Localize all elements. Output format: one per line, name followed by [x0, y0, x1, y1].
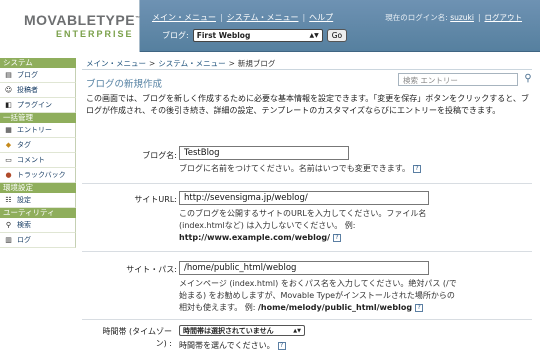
intro-text: この画面では、ブログを新しく作成するために必要な基本情報を設定できます。「変更を…: [86, 94, 529, 115]
site-path-help: メインページ (index.html) をおくパス名を入力してください。絶対パス…: [179, 278, 459, 314]
field-blog-name: ブログ名: TestBlog ブログに名前をつけてください。名前はいつでも変更で…: [82, 140, 532, 184]
blog-switch-label: ブログ:: [162, 31, 189, 40]
search-icon[interactable]: ⚲: [522, 73, 534, 85]
sidebar-item-blogs[interactable]: ▤ ブログ: [0, 68, 76, 83]
sidebar-item-entries[interactable]: ▦ エントリー: [0, 123, 76, 138]
search-icon: ⚲: [5, 220, 12, 229]
app-header: MOVABLETYPE™ ENTERPRISE メイン・メニュー | システム・メニ…: [0, 0, 540, 52]
log-icon: ▥: [5, 235, 12, 244]
nav-main-menu[interactable]: メイン・メニュー: [152, 13, 216, 22]
field-site-path: サイト・パス: /home/public_html/weblog メインページ …: [82, 252, 532, 320]
site-url-example: http://www.example.com/weblog/: [179, 233, 330, 242]
help-icon[interactable]: ?: [415, 303, 424, 312]
sidebar-item-label: プラグイン: [17, 100, 52, 109]
blog-name-help-text: ブログに名前をつけてください。名前はいつでも変更できます。: [179, 164, 410, 173]
blog-name-input[interactable]: TestBlog: [179, 146, 349, 160]
sidebar-item-label: ブログ: [17, 70, 38, 79]
nav-system-menu[interactable]: システム・メニュー: [227, 13, 299, 22]
site-path-label: サイト・パス:: [126, 265, 177, 274]
logo-sub-text: ENTERPRISE: [56, 29, 134, 39]
timezone-label: 時間帯 (タイムゾー ン) :: [102, 326, 172, 350]
user-area: 現在のログイン名: suzuki | ログアウト: [385, 12, 522, 23]
blog-name-help: ブログに名前をつけてください。名前はいつでも変更できます。?: [179, 163, 519, 175]
sidebar-item-tags[interactable]: ◆ タグ: [0, 138, 76, 153]
sidebar-item-label: コメント: [17, 155, 45, 164]
timezone-help-text: 時間帯を選んでください。: [179, 341, 275, 350]
sidebar-item-plugins[interactable]: ◧ プラグイン: [0, 98, 76, 113]
breadcrumb-system-menu[interactable]: システム・メニュー: [158, 59, 225, 68]
timezone-select-value: 時間帯は選択されていません: [183, 326, 274, 335]
select-arrow-icon: ▲▼: [309, 32, 319, 39]
timezone-select[interactable]: 時間帯は選択されていません ▲▼: [179, 325, 305, 336]
username-link[interactable]: suzuki: [450, 13, 474, 22]
sidebar-item-authors[interactable]: ☺ 投稿者: [0, 83, 76, 98]
user-separator: |: [477, 13, 481, 22]
logo[interactable]: MOVABLETYPE™ ENTERPRISE: [0, 0, 140, 52]
sidebar-section-utilities: ユーティリティ: [0, 208, 76, 218]
site-url-input[interactable]: http://sevensigma.jp/weblog/: [179, 191, 429, 205]
sidebar-item-label: ログ: [17, 235, 31, 244]
field-timezone: 時間帯 (タイムゾー ン) : 時間帯は選択されていません ▲▼ 時間帯を選んで…: [82, 316, 532, 362]
site-url-label: サイトURL:: [134, 195, 177, 204]
site-url-help-text: このブログを公開するサイトのURLを入力してください。ファイル名(index.h…: [179, 209, 427, 230]
nav-separator: |: [302, 13, 306, 22]
site-path-input[interactable]: /home/public_html/weblog: [179, 261, 429, 275]
nav-separator: |: [220, 13, 223, 22]
sidebar-item-label: エントリー: [17, 125, 52, 134]
sidebar-item-comments[interactable]: ▭ コメント: [0, 153, 76, 168]
plugin-icon: ◧: [5, 100, 12, 109]
breadcrumb-current: 新規ブログ: [237, 59, 276, 68]
site-path-example: /home/melody/public_html/weblog: [257, 303, 413, 312]
breadcrumb-separator: >: [149, 59, 156, 68]
comment-icon: ▭: [5, 155, 12, 164]
timezone-label-line2: ン) :: [155, 339, 172, 348]
site-url-help: このブログを公開するサイトのURLを入力してください。ファイル名(index.h…: [179, 208, 459, 244]
select-arrow-icon: ▲▼: [293, 327, 301, 334]
sidebar-item-label: 検索: [17, 220, 31, 229]
settings-icon: ☷: [5, 195, 12, 204]
tag-icon: ◆: [5, 140, 12, 149]
search-input[interactable]: 検索 エントリー: [398, 73, 518, 86]
sidebar-item-label: トラックバック: [17, 170, 66, 179]
logo-trademark: ™: [135, 15, 141, 22]
blog-switcher: ブログ: First Weblog ▲▼ Go: [162, 29, 348, 42]
sidebar-section-bulk: 一括管理: [0, 113, 76, 123]
sidebar-item-search[interactable]: ⚲ 検索: [0, 218, 76, 233]
logout-link[interactable]: ログアウト: [485, 13, 523, 22]
sidebar-section-preferences: 環境設定: [0, 183, 76, 193]
timezone-label-line1: 時間帯 (タイムゾー: [102, 327, 172, 336]
entry-icon: ▦: [5, 125, 12, 134]
blog-icon: ▤: [5, 70, 12, 79]
breadcrumb-separator: >: [228, 59, 235, 68]
breadcrumb: メイン・メニュー > システム・メニュー > 新規ブログ: [82, 58, 532, 70]
go-button[interactable]: Go: [326, 29, 348, 42]
top-nav: メイン・メニュー | システム・メニュー | ヘルプ: [152, 12, 333, 23]
help-icon[interactable]: ?: [333, 233, 341, 242]
help-icon[interactable]: ?: [412, 164, 421, 173]
timezone-help: 時間帯を選んでください。?: [179, 340, 286, 351]
sidebar-item-log[interactable]: ▥ ログ: [0, 233, 76, 248]
sidebar-section-system: システム: [0, 58, 76, 68]
sidebar-item-trackbacks[interactable]: ● トラックバック: [0, 168, 76, 183]
sidebar: システム ▤ ブログ ☺ 投稿者 ◧ プラグイン 一括管理 ▦ エントリー ◆ …: [0, 58, 76, 248]
blog-select[interactable]: First Weblog ▲▼: [192, 29, 323, 42]
sidebar-item-label: 投稿者: [17, 85, 38, 94]
trackback-icon: ●: [5, 170, 12, 179]
sidebar-item-label: 設定: [17, 195, 31, 204]
field-site-url: サイトURL: http://sevensigma.jp/weblog/ このブ…: [82, 184, 532, 252]
nav-help[interactable]: ヘルプ: [309, 13, 333, 22]
page-title: ブログの新規作成: [86, 79, 163, 90]
blog-name-label: ブログ名:: [142, 151, 177, 160]
breadcrumb-main-menu[interactable]: メイン・メニュー: [86, 59, 146, 68]
authors-icon: ☺: [4, 85, 13, 94]
login-label: 現在のログイン名:: [385, 13, 448, 22]
help-icon[interactable]: ?: [277, 341, 286, 350]
blog-select-value: First Weblog: [196, 31, 251, 40]
sidebar-item-label: タグ: [17, 140, 31, 149]
logo-main-text: MOVABLETYPE: [24, 12, 136, 28]
sidebar-item-settings[interactable]: ☷ 設定: [0, 193, 76, 208]
